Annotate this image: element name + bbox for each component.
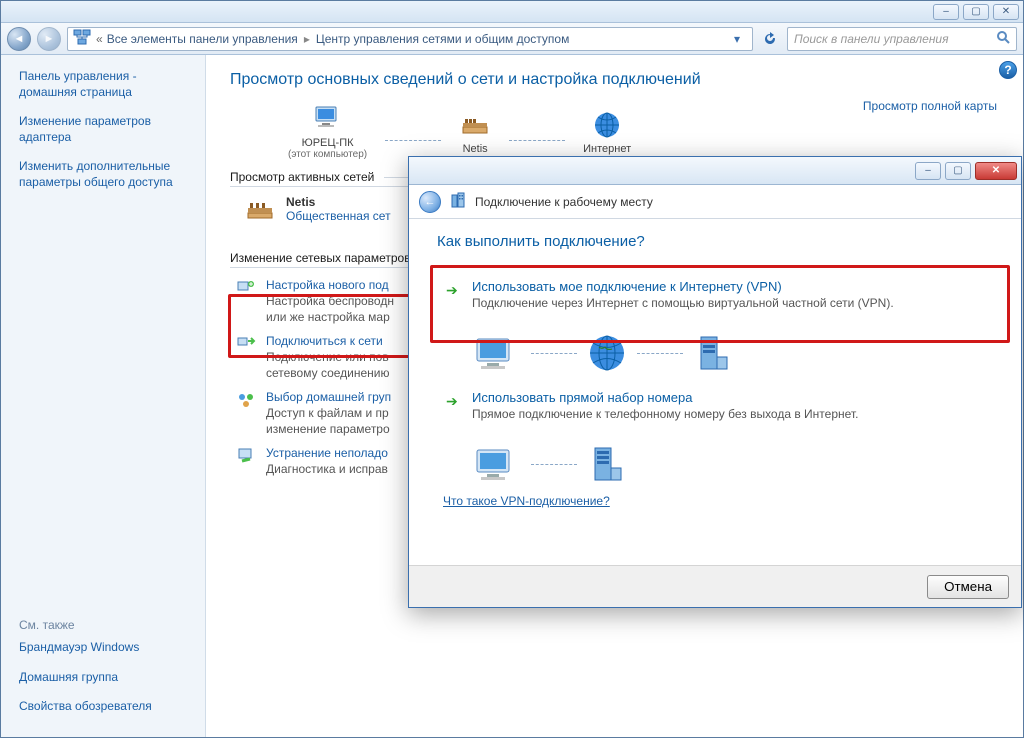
troubleshoot-icon (236, 446, 256, 466)
dial-illustration (471, 444, 993, 484)
nav-back-button[interactable]: ◄ (7, 27, 31, 51)
sidebar-sharing-settings-link[interactable]: Изменить дополнительные параметры общего… (19, 159, 195, 190)
network-name: Netis (286, 195, 391, 209)
window-maximize-button[interactable]: ▢ (963, 4, 989, 20)
param-desc: сетевому соединению (266, 366, 390, 380)
dialog-maximize-button[interactable]: ▢ (945, 162, 971, 180)
what-is-vpn-link[interactable]: Что такое VPN-подключение? (443, 494, 610, 508)
breadcrumb-item[interactable]: Все элементы панели управления (107, 32, 298, 46)
dialog-title: Подключение к рабочему месту (475, 195, 653, 209)
map-this-pc[interactable]: ЮРЕЦ-ПК (этот компьютер) (288, 103, 367, 160)
option-title: Использовать мое подключение к Интернету… (472, 279, 980, 294)
option-direct-dial[interactable]: ➔ Использовать прямой набор номера Прямо… (437, 379, 993, 434)
see-full-map-link[interactable]: Просмотр полной карты (863, 99, 997, 113)
search-placeholder: Поиск в панели управления (794, 32, 949, 46)
sidebar-home-link[interactable]: Панель управления - домашняя страница (19, 69, 195, 100)
network-type-link[interactable]: Общественная сет (286, 209, 391, 223)
option-use-vpn[interactable]: ➔ Использовать мое подключение к Интерне… (437, 268, 993, 323)
nav-forward-button[interactable]: ► (37, 27, 61, 51)
dialog-back-button[interactable]: ← (419, 191, 441, 213)
new-connection-icon (236, 278, 256, 298)
sidebar-firewall-link[interactable]: Брандмауэр Windows (19, 640, 195, 656)
cancel-button[interactable]: Отмена (927, 575, 1009, 599)
param-desc: Подключение или пов (266, 350, 390, 364)
map-pc-label: ЮРЕЦ-ПК (302, 137, 354, 149)
window-close-button[interactable]: ✕ (993, 4, 1019, 20)
param-title: Устранение неполадо (266, 446, 388, 460)
breadcrumb-dropdown-button[interactable]: ▾ (726, 28, 748, 50)
param-title: Настройка нового под (266, 278, 394, 292)
breadcrumb[interactable]: « Все элементы панели управления ▸ Центр… (67, 27, 753, 51)
dialog-minimize-button[interactable]: – (915, 162, 941, 180)
param-desc: изменение параметро (266, 422, 391, 436)
sidebar-ie-options-link[interactable]: Свойства обозревателя (19, 699, 195, 715)
server-icon (585, 444, 625, 484)
param-desc: Настройка беспроводн (266, 294, 394, 308)
dialog-header: ← Подключение к рабочему месту (409, 185, 1021, 219)
map-pc-sublabel: (этот компьютер) (288, 149, 367, 160)
dialog-heading: Как выполнить подключение? (437, 233, 993, 250)
arrow-right-icon: ➔ (446, 282, 458, 299)
search-icon (996, 30, 1010, 47)
bench-icon (244, 195, 276, 227)
window-titlebar: – ▢ ✕ (1, 1, 1023, 23)
map-internet-label: Интернет (583, 143, 631, 155)
arrow-right-icon: ➔ (446, 393, 458, 410)
globe-icon (585, 333, 629, 373)
computer-icon (471, 333, 523, 373)
address-bar: ◄ ► « Все элементы панели управления ▸ Ц… (1, 23, 1023, 55)
network-icon (72, 27, 92, 50)
param-title: Выбор домашней груп (266, 390, 391, 404)
homegroup-icon (236, 390, 256, 410)
sidebar-adapter-settings-link[interactable]: Изменение параметров адаптера (19, 114, 195, 145)
server-icon (691, 333, 731, 373)
map-internet[interactable]: Интернет (583, 109, 631, 155)
window-minimize-button[interactable]: – (933, 4, 959, 20)
option-desc: Подключение через Интернет с помощью вир… (472, 296, 980, 310)
dialog-titlebar: – ▢ ✕ (409, 157, 1021, 185)
connect-icon (236, 334, 256, 354)
map-router-label: Netis (463, 143, 488, 155)
param-desc: Диагностика и исправ (266, 462, 388, 476)
computer-icon (471, 444, 523, 484)
breadcrumb-item[interactable]: Центр управления сетями и общим доступом (316, 32, 570, 46)
dialog-footer: Отмена (409, 565, 1021, 607)
building-icon (449, 191, 467, 212)
sidebar-see-also-label: См. также (19, 618, 195, 632)
map-router[interactable]: Netis (459, 109, 491, 155)
param-desc: Доступ к файлам и пр (266, 406, 391, 420)
connect-workplace-dialog: – ▢ ✕ ← Подключение к рабочему месту Как… (408, 156, 1022, 608)
option-desc: Прямое подключение к телефонному номеру … (472, 407, 980, 421)
sidebar: Панель управления - домашняя страница Из… (1, 55, 206, 737)
refresh-button[interactable] (759, 28, 781, 50)
option-title: Использовать прямой набор номера (472, 390, 980, 405)
chevron-right-icon: ▸ (302, 32, 312, 46)
sidebar-homegroup-link[interactable]: Домашняя группа (19, 670, 195, 686)
param-desc: или же настройка мар (266, 310, 394, 324)
dialog-close-button[interactable]: ✕ (975, 162, 1017, 180)
vpn-illustration (471, 333, 993, 373)
param-title: Подключиться к сети (266, 334, 390, 348)
search-input[interactable]: Поиск в панели управления (787, 27, 1017, 51)
page-title: Просмотр основных сведений о сети и наст… (230, 71, 999, 89)
help-icon[interactable]: ? (999, 61, 1017, 79)
